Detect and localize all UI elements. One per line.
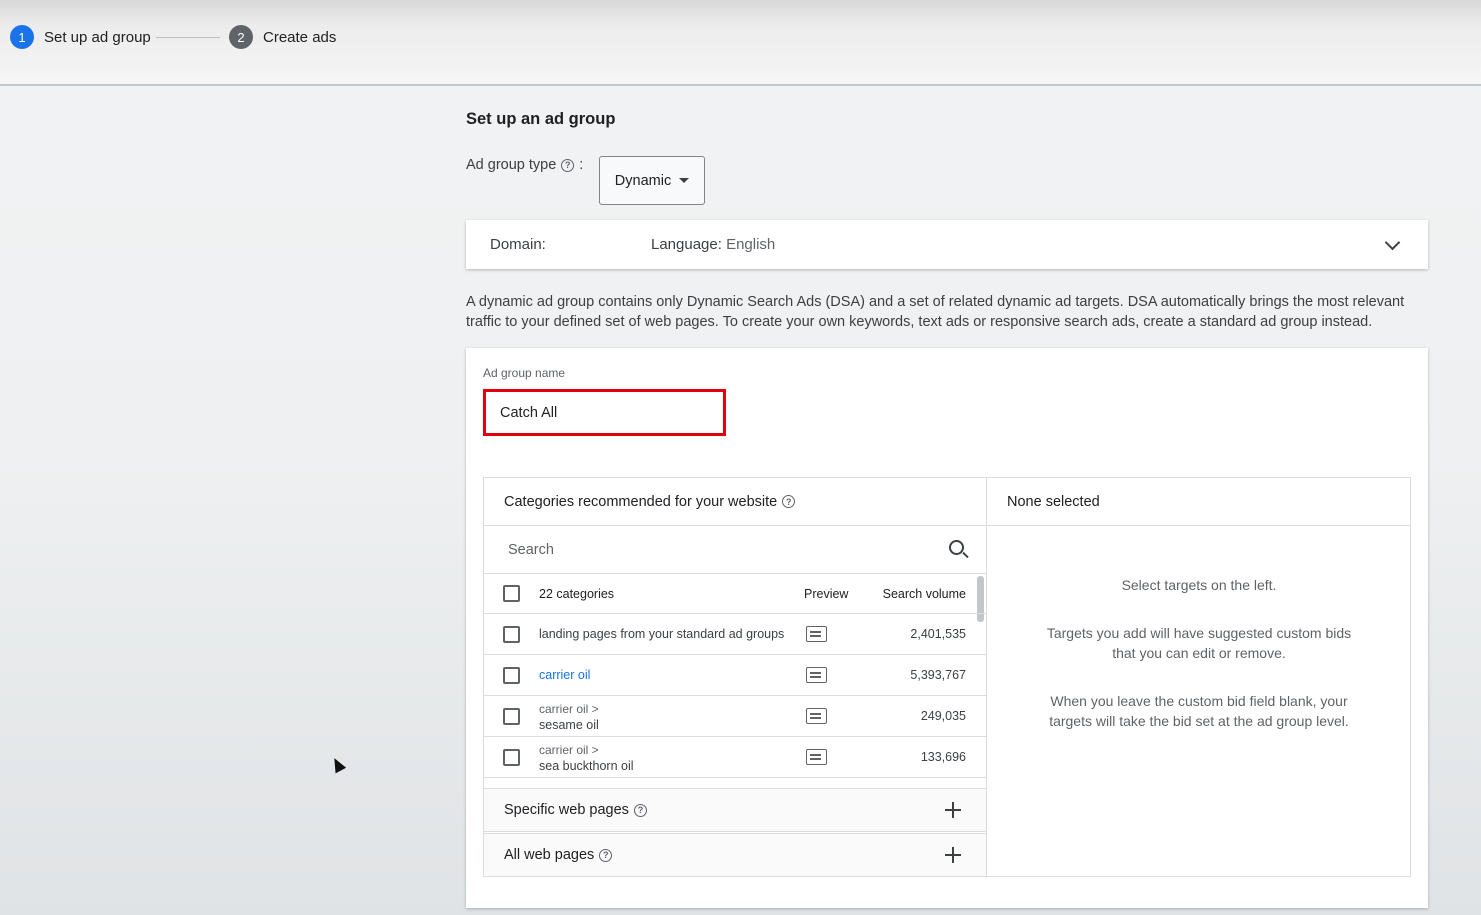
categories-table: 22 categories Preview Search volume land… — [484, 574, 986, 788]
plus-icon[interactable] — [945, 802, 961, 818]
custom-bid-hint: When you leave the custom bid field blan… — [1049, 693, 1349, 729]
table-row: carrier oil 5,393,767 — [484, 655, 986, 696]
plus-icon[interactable] — [945, 847, 961, 863]
category-link[interactable]: carrier oil — [539, 668, 590, 682]
language-label: Language: — [651, 236, 722, 253]
help-icon[interactable]: ? — [599, 848, 613, 862]
suggested-bids-hint: Targets you add will have suggested cust… — [1046, 625, 1352, 661]
step-connector — [156, 37, 220, 38]
search-volume-header[interactable]: Search volume — [883, 587, 966, 601]
search-placeholder: Search — [508, 541, 554, 558]
specific-web-pages-row[interactable]: Specific web pages ? — [484, 788, 986, 832]
category-name: carrier oil > sea buckthorn oil — [539, 742, 634, 774]
categories-header: Categories recommended for your website … — [484, 478, 986, 526]
search-icon[interactable] — [949, 540, 964, 555]
mouse-cursor-icon — [329, 755, 347, 774]
ad-group-card: Ad group name Catch All Categories recom… — [466, 348, 1428, 908]
help-icon[interactable]: ? — [782, 495, 796, 508]
step-set-up-ad-group[interactable]: 1 Set up ad group — [10, 25, 151, 49]
ad-group-name-input[interactable]: Catch All — [483, 389, 726, 436]
preview-header: Preview — [804, 587, 849, 601]
all-web-pages-row[interactable]: All web pages ? — [484, 833, 986, 877]
search-volume: 5,393,767 — [910, 668, 966, 682]
category-parent: carrier oil > — [539, 702, 599, 716]
step-number-2: 2 — [229, 25, 253, 49]
chevron-down-icon[interactable] — [1384, 234, 1401, 251]
select-all-checkbox[interactable] — [503, 585, 520, 602]
categories-title: Categories recommended for your website — [504, 493, 778, 510]
step-number-1: 1 — [10, 25, 34, 49]
ad-group-type-text: Ad group type — [466, 157, 557, 173]
language-info: Language: English — [651, 236, 775, 253]
category-child: sesame oil — [539, 718, 599, 732]
ad-group-name-label: Ad group name — [483, 366, 566, 380]
ad-group-type-dropdown[interactable]: Dynamic — [599, 156, 705, 205]
help-icon[interactable]: ? — [561, 158, 575, 172]
specific-web-pages-label: Specific web pages — [504, 802, 629, 818]
preview-icon[interactable] — [806, 667, 827, 683]
category-parent: carrier oil > — [539, 743, 599, 757]
table-row: landing pages from your standard ad grou… — [484, 614, 986, 655]
step-label: Create ads — [263, 28, 337, 46]
categories-count: 22 categories — [539, 587, 615, 601]
selected-targets-panel: None selected Select targets on the left… — [987, 478, 1411, 878]
search-volume: 2,401,535 — [910, 627, 966, 641]
dsa-description: A dynamic ad group contains only Dynamic… — [466, 294, 1405, 330]
category-search-input[interactable]: Search — [484, 526, 986, 574]
search-volume: 133,696 — [920, 750, 966, 764]
all-web-pages-label: All web pages — [504, 847, 595, 863]
table-row: carrier oil > sesame oil 249,035 — [484, 696, 986, 737]
table-header: 22 categories Preview Search volume — [484, 574, 986, 614]
caret-down-icon — [679, 178, 690, 183]
category-name: carrier oil > sesame oil — [539, 701, 599, 733]
dropdown-value: Dynamic — [614, 172, 672, 189]
step-label: Set up ad group — [44, 28, 151, 46]
preview-icon[interactable] — [806, 749, 827, 765]
categories-panel: Categories recommended for your website … — [484, 478, 987, 878]
targets-panel: Categories recommended for your website … — [483, 477, 1411, 878]
separator: : — [579, 157, 584, 173]
row-checkbox[interactable] — [503, 667, 520, 684]
table-row: carrier oil > sea buckthorn oil 133,696 — [484, 737, 986, 778]
category-child: sea buckthorn oil — [539, 759, 634, 773]
category-name: landing pages from your standard ad grou… — [539, 627, 785, 641]
language-value: English — [726, 236, 776, 253]
domain-language-bar[interactable]: Domain: Language: English — [466, 220, 1428, 269]
page-title: Set up an ad group — [466, 110, 616, 128]
step-create-ads[interactable]: 2 Create ads — [229, 25, 336, 49]
help-icon[interactable]: ? — [633, 803, 647, 817]
preview-icon[interactable] — [806, 626, 827, 642]
row-checkbox[interactable] — [503, 749, 520, 766]
selected-header: None selected — [987, 478, 1411, 526]
stepper-bar: 1 Set up ad group 2 Create ads — [0, 0, 1481, 86]
preview-icon[interactable] — [806, 708, 827, 724]
search-volume: 249,035 — [920, 709, 966, 723]
row-checkbox[interactable] — [503, 708, 520, 725]
row-checkbox[interactable] — [503, 626, 520, 643]
ad-group-type-label: Ad group type ? : — [466, 157, 583, 173]
domain-label: Domain: — [490, 236, 546, 253]
select-targets-hint: Select targets on the left. — [1121, 577, 1277, 593]
